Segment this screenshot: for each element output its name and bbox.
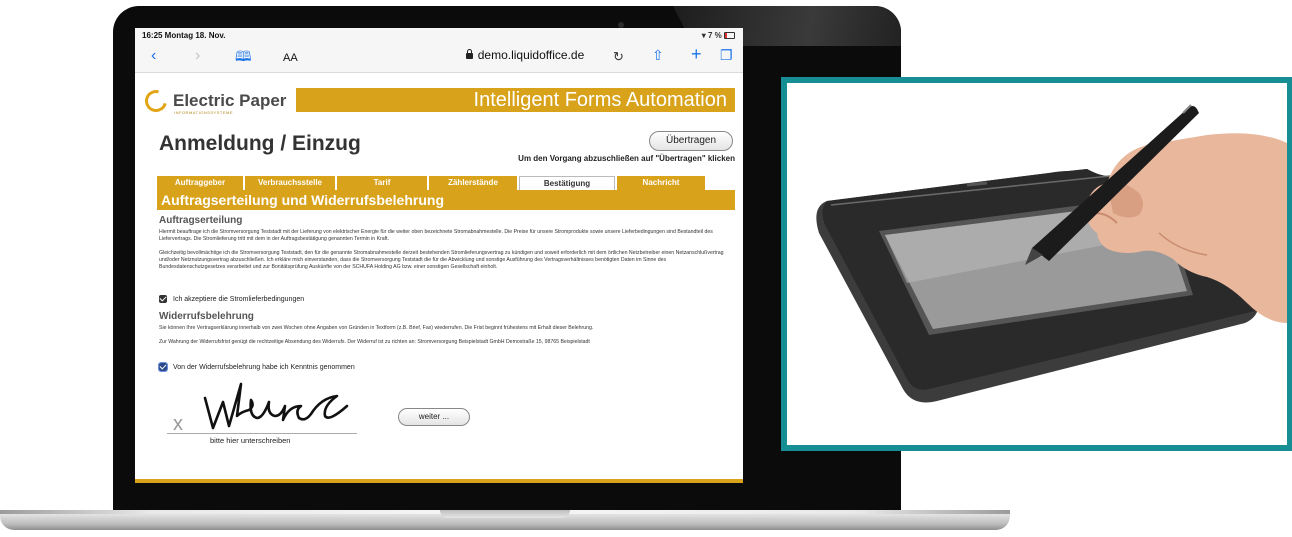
chevron-right-icon[interactable]: › (195, 48, 200, 64)
url-text: demo.liquidoffice.de (477, 48, 585, 62)
brand-name: Electric Paper (173, 91, 287, 110)
signature-label: bitte hier unterschreiben (210, 436, 291, 445)
signature-pad-illustration (816, 104, 1287, 403)
section-title: Auftragserteilung und Widerrufsbelehrung (157, 190, 735, 210)
tab-tarif[interactable]: Tarif (337, 176, 427, 190)
submit-hint: Um den Vorgang abzuschließen auf "Übertr… (518, 154, 735, 163)
plus-icon[interactable]: + (691, 45, 702, 63)
widerruf-text-2: Zur Wahrung der Widerrufsfrist genügt di… (159, 339, 590, 345)
widerruf-ack-label: Von der Widerrufsbelehrung habe ich Kenn… (173, 363, 355, 371)
tab-bestaetigung[interactable]: Bestätigung (519, 176, 615, 190)
reload-icon[interactable]: ↻ (613, 49, 624, 65)
tablet-screen: 16:25 Montag 18. Nov. ▾ 7 % ‹ › 🕮 AA dem… (135, 28, 743, 483)
next-button[interactable]: weiter ... (398, 408, 470, 426)
accept-terms-row[interactable]: Ich akzeptiere die Stromlieferbedingunge… (159, 295, 304, 303)
accept-terms-checkbox[interactable] (159, 295, 167, 303)
auftrag-text-2: Gleichzeitig bevollmächtige ich die Stro… (159, 250, 724, 270)
address-bar[interactable]: demo.liquidoffice.de (325, 46, 725, 64)
accept-terms-label: Ich akzeptiere die Stromlieferbedingunge… (173, 295, 305, 303)
logo-icon (140, 85, 172, 117)
widerruf-ack-checkbox[interactable] (158, 362, 168, 372)
footer-bar (135, 479, 743, 483)
status-bar: 16:25 Montag 18. Nov. ▾ 7 % (135, 28, 743, 42)
header-banner: Intelligent Forms Automation (296, 88, 735, 112)
wifi-icon: ▾ (701, 31, 706, 40)
signature-pad-photo (781, 77, 1292, 451)
laptop-notch (440, 510, 570, 518)
brand-logo: Electric Paper INFORMATIONSSYSTEME (140, 85, 300, 118)
battery-icon (724, 32, 735, 40)
battery-percent: 7 % (707, 31, 722, 40)
signature-line (167, 433, 357, 434)
auftrag-heading: Auftragserteilung (159, 215, 243, 226)
lock-icon (465, 49, 473, 59)
brand-subtitle: INFORMATIONSSYSTEME (174, 110, 233, 115)
tab-auftraggeber[interactable]: Auftraggeber (157, 176, 243, 190)
tabs-icon[interactable]: ❐ (720, 47, 733, 63)
battery-indicator: ▾ 7 % (702, 31, 735, 40)
browser-toolbar: ‹ › 🕮 AA demo.liquidoffice.de ↻ ⇧ + ❐ (135, 42, 743, 73)
chevron-left-icon[interactable]: ‹ (151, 48, 156, 64)
submit-button[interactable]: Übertragen (649, 131, 733, 151)
status-time: 16:25 Montag 18. Nov. (142, 31, 226, 40)
handwritten-signature (203, 382, 349, 430)
widerruf-text-1: Sie können Ihre Vertragserklärung innerh… (159, 325, 594, 331)
tab-nachricht[interactable]: Nachricht (617, 176, 705, 190)
tab-zaehlerstaende[interactable]: Zählerstände (429, 176, 517, 190)
share-icon[interactable]: ⇧ (652, 47, 664, 63)
auftrag-text-1: Hiermit beauftrage ich die Stromversorgu… (159, 229, 713, 242)
page-title: Anmeldung / Einzug (159, 132, 361, 155)
widerruf-ack-row[interactable]: Von der Widerrufsbelehrung habe ich Kenn… (158, 362, 355, 372)
widerruf-heading: Widerrufsbelehrung (159, 311, 254, 322)
form-tabs: Auftraggeber Verbrauchsstelle Tarif Zähl… (157, 176, 705, 190)
signature-field[interactable]: x bitte hier unterschreiben (167, 378, 367, 448)
tab-verbrauchsstelle[interactable]: Verbrauchsstelle (245, 176, 335, 190)
text-size-button[interactable]: AA (283, 52, 298, 64)
book-icon[interactable]: 🕮 (235, 48, 252, 64)
